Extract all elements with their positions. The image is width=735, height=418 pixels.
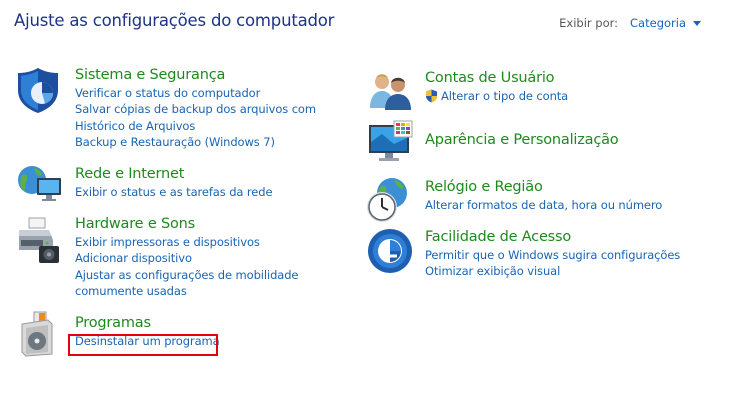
ease-of-access-icon[interactable] xyxy=(367,228,415,276)
printer-icon[interactable] xyxy=(15,216,63,264)
link-alterar-tipo-conta-label: Alterar o tipo de conta xyxy=(441,89,569,103)
chevron-down-icon[interactable] xyxy=(693,21,701,26)
link-verificar-status[interactable]: Verificar o status do computador xyxy=(75,85,355,101)
view-by-dropdown[interactable]: Categoria xyxy=(630,16,686,30)
view-by-control: Exibir por: Categoria xyxy=(559,16,701,30)
view-by-label: Exibir por: xyxy=(559,16,619,30)
category-title-facilidade[interactable]: Facilidade de Acesso xyxy=(425,228,705,247)
link-alterar-tipo-conta[interactable]: Alterar o tipo de conta xyxy=(425,88,685,104)
link-backup-restauracao[interactable]: Backup e Restauração (Windows 7) xyxy=(75,134,355,150)
monitor-appearance-icon[interactable] xyxy=(368,120,416,168)
link-historico-arquivos[interactable]: Salvar cópias de backup dos arquivos com… xyxy=(75,101,355,134)
category-title-rede[interactable]: Rede e Internet xyxy=(75,165,355,184)
category-title-hardware[interactable]: Hardware e Sons xyxy=(75,215,360,234)
link-windows-sugira[interactable]: Permitir que o Windows sugira configuraç… xyxy=(425,247,705,263)
category-title-relogio[interactable]: Relógio e Região xyxy=(425,178,685,197)
programs-disc-icon[interactable] xyxy=(18,310,66,358)
link-configuracoes-mobilidade[interactable]: Ajustar as configurações de mobilidade c… xyxy=(75,267,360,300)
network-globe-icon[interactable] xyxy=(15,160,63,208)
clock-globe-icon[interactable] xyxy=(366,176,414,224)
highlight-box xyxy=(68,334,218,356)
user-accounts-icon[interactable] xyxy=(368,72,416,120)
uac-shield-icon xyxy=(426,89,437,103)
category-title-aparencia[interactable]: Aparência e Personalização xyxy=(425,131,685,150)
category-title-programas[interactable]: Programas xyxy=(75,314,275,333)
category-title-contas[interactable]: Contas de Usuário xyxy=(425,69,685,88)
link-otimizar-exibicao[interactable]: Otimizar exibição visual xyxy=(425,263,705,279)
page-title: Ajuste as configurações do computador xyxy=(14,11,335,30)
link-impressoras-dispositivos[interactable]: Exibir impressoras e dispositivos xyxy=(75,234,360,250)
link-adicionar-dispositivo[interactable]: Adicionar dispositivo xyxy=(75,250,360,266)
link-status-rede[interactable]: Exibir o status e as tarefas da rede xyxy=(75,184,355,200)
link-formatos-data-hora[interactable]: Alterar formatos de data, hora ou número xyxy=(425,197,685,213)
shield-icon[interactable] xyxy=(15,66,63,114)
category-title-sistema[interactable]: Sistema e Segurança xyxy=(75,66,355,85)
